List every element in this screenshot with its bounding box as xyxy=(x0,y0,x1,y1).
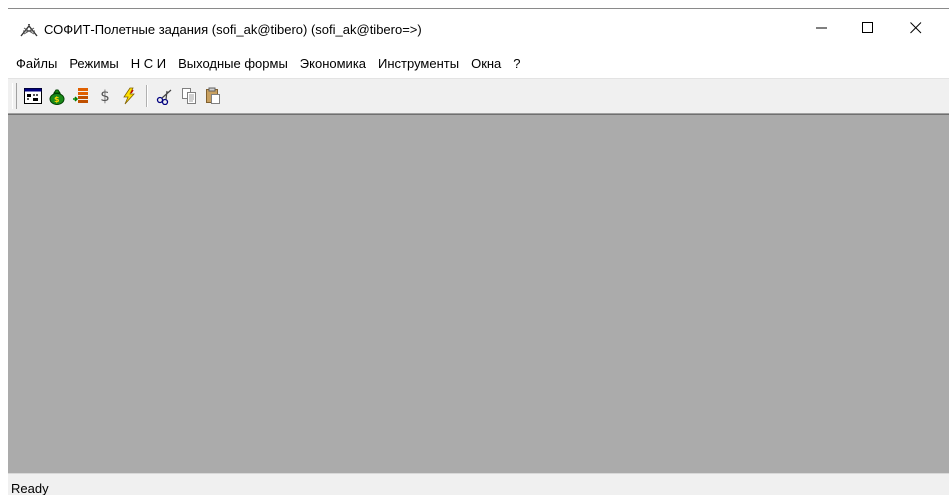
lightning-icon xyxy=(123,87,135,105)
close-button[interactable] xyxy=(893,9,939,47)
scissors-icon xyxy=(156,89,172,105)
menu-modes[interactable]: Режимы xyxy=(63,53,124,74)
menu-windows[interactable]: Окна xyxy=(465,53,507,74)
menu-bar: Файлы Режимы Н С И Выходные формы Эконом… xyxy=(8,48,949,79)
money-bag-icon: $ xyxy=(49,89,65,105)
toolbar-grip[interactable] xyxy=(12,83,17,109)
copy-icon xyxy=(182,88,196,104)
toolbar-separator xyxy=(146,85,148,107)
minimize-icon xyxy=(816,27,827,29)
menu-economics[interactable]: Экономика xyxy=(294,53,372,74)
calendar-button[interactable] xyxy=(22,84,44,108)
paste-button[interactable] xyxy=(202,84,224,108)
paste-icon xyxy=(206,87,220,104)
copy-button[interactable] xyxy=(178,84,200,108)
menu-output-forms[interactable]: Выходные формы xyxy=(172,53,294,74)
stack-list-icon xyxy=(73,88,88,103)
menu-files[interactable]: Файлы xyxy=(10,53,63,74)
menu-tools[interactable]: Инструменты xyxy=(372,53,465,74)
app-logo-icon xyxy=(20,24,38,37)
close-icon xyxy=(910,22,922,34)
dollar-button[interactable]: $ xyxy=(94,84,116,108)
stack-list-button[interactable] xyxy=(70,84,92,108)
svg-text:$: $ xyxy=(54,95,60,104)
toolbar: $ $ xyxy=(8,79,949,114)
dollar-icon: $ xyxy=(100,87,110,105)
mdi-client-area[interactable] xyxy=(8,114,949,473)
status-bar: Ready xyxy=(8,473,949,495)
menu-nsi[interactable]: Н С И xyxy=(125,53,172,74)
calendar-grid-icon xyxy=(24,88,42,104)
menu-help[interactable]: ? xyxy=(507,53,526,74)
maximize-button[interactable] xyxy=(845,9,891,47)
window-title: СОФИТ-Полетные задания (sofi_ak@tibero) … xyxy=(44,22,422,37)
money-bag-button[interactable]: $ xyxy=(46,84,68,108)
cut-button[interactable] xyxy=(154,84,176,108)
title-bar[interactable]: СОФИТ-Полетные задания (sofi_ak@tibero) … xyxy=(8,8,949,49)
minimize-button[interactable] xyxy=(799,9,845,47)
status-text: Ready xyxy=(11,481,49,495)
lightning-button[interactable] xyxy=(118,84,140,108)
maximize-icon xyxy=(862,22,873,33)
app-window: СОФИТ-Полетные задания (sofi_ak@tibero) … xyxy=(0,0,949,495)
